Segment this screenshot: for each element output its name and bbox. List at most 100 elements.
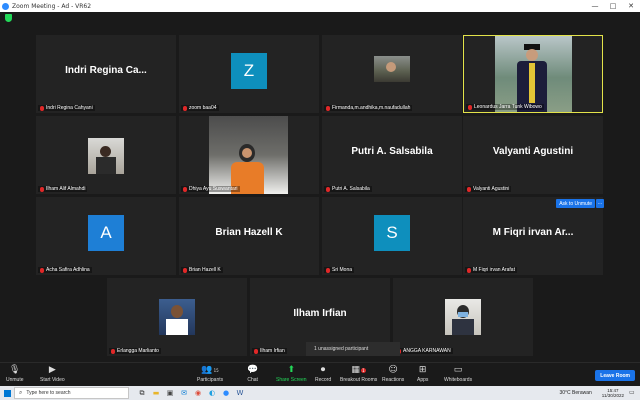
muted-mic-icon (326, 105, 330, 111)
more-options-button[interactable]: ··· (596, 199, 604, 208)
participant-tile[interactable]: M Fiqri irvan Ar... M Fiqri irvan Arafat (463, 197, 603, 275)
title-bar: Zoom Meeting - Ad - VR62 — □ ✕ (0, 0, 640, 12)
windows-start-icon[interactable] (0, 386, 14, 400)
maximize-icon[interactable]: □ (604, 0, 622, 12)
participant-label: Valyanti Agustini (465, 186, 512, 192)
participant-avatar: Z (231, 53, 267, 89)
participant-display-name: M Fiqri irvan Ar... (492, 227, 574, 238)
participant-video (495, 36, 572, 112)
window-title: Zoom Meeting - Ad - VR62 (12, 2, 92, 10)
participant-label: Leonardus Jarra Tunk Wibowo (466, 104, 544, 110)
unassigned-participant-notice[interactable]: 1 unassigned participant (306, 342, 400, 356)
muted-mic-icon (467, 186, 471, 192)
video-off-icon: ▶ (48, 365, 56, 375)
participant-label: Dhiya Ayu Suswantari (181, 186, 240, 192)
participant-tile[interactable]: ANGGA KARNAWAN (393, 278, 533, 356)
participant-tile[interactable]: Indri Regina Ca... Indri Regina Cahyani (36, 35, 176, 113)
participant-label: Putri A. Salsabila (324, 186, 372, 192)
edge-icon[interactable]: ◐ (205, 386, 219, 400)
muted-mic-icon (183, 186, 187, 192)
chat-button[interactable]: 💬 Chat (247, 365, 258, 385)
participant-display-name: Indri Regina Ca... (65, 65, 147, 76)
participant-label: Firmanda,m.andhika,m.naufadullah (324, 105, 413, 111)
participant-avatar: A (88, 215, 124, 251)
zoom-app-icon (2, 2, 9, 10)
participant-tile[interactable]: Dhiya Ayu Suswantari (179, 116, 319, 194)
reactions-button[interactable]: ☺ Reactions (382, 365, 404, 385)
weather-widget[interactable]: 30°C Berawan (560, 390, 592, 396)
participant-label: Acha Safira Adhlina (38, 267, 92, 273)
window-controls: — □ ✕ (586, 0, 640, 12)
notification-icon[interactable]: ▭ (629, 389, 637, 397)
taskbar-search-input[interactable]: ⌕ Type here to search (14, 387, 129, 399)
windows-taskbar: ⌕ Type here to search ⧉ ▬ ▣ ✉ ◉ ◐ ● W 30… (0, 386, 640, 400)
participant-label: Ilham Irfian (252, 348, 287, 354)
zoom-taskbar-icon[interactable]: ● (219, 386, 233, 400)
ask-to-unmute-button[interactable]: Ask to Unmute (556, 199, 595, 208)
chat-icon: 💬 (247, 365, 259, 375)
store-icon[interactable]: ▣ (163, 386, 177, 400)
taskbar-pinned-apps: ⧉ ▬ ▣ ✉ ◉ ◐ ● W (135, 386, 247, 400)
breakout-rooms-button[interactable]: ▦ 1 Breakout Rooms (340, 365, 377, 385)
whiteboards-button[interactable]: ▭ Whiteboards (444, 365, 472, 385)
participant-tile[interactable]: S Sri Mona (322, 197, 462, 275)
participant-display-name: Ilham Irfian (293, 308, 347, 319)
participant-video (88, 138, 124, 174)
encryption-shield-icon[interactable] (5, 14, 12, 22)
participant-tile[interactable]: Brian Hazell K Brian Hazell K (179, 197, 319, 275)
participant-label: ANGGA KARNAWAN (395, 348, 453, 354)
search-icon: ⌕ (19, 389, 23, 396)
participant-tile[interactable]: A Acha Safira Adhlina (36, 197, 176, 275)
unmute-button[interactable]: 🎙 Unmute (6, 365, 24, 385)
system-tray: 30°C Berawan 15:47 11/30/2022 (560, 386, 625, 400)
muted-mic-icon (111, 348, 115, 354)
muted-mic-icon (183, 105, 187, 111)
participant-label: M Fiqri irvan Arafat (465, 267, 517, 273)
minimize-icon[interactable]: — (586, 0, 604, 12)
participant-tile[interactable]: Firmanda,m.andhika,m.naufadullah (322, 35, 462, 113)
participant-tile[interactable]: Ilham Alif Almahdi (36, 116, 176, 194)
muted-mic-icon (40, 267, 44, 273)
muted-mic-icon (40, 186, 44, 192)
participant-tile[interactable]: Erlangga Marlianto (107, 278, 247, 356)
muted-mic-icon (254, 348, 258, 354)
participant-tile-active-speaker[interactable]: Leonardus Jarra Tunk Wibowo (463, 35, 603, 113)
participant-display-name: Putri A. Salsabila (351, 146, 433, 157)
participant-label: zoom baa04 (181, 105, 219, 111)
muted-mic-icon (326, 186, 330, 192)
participant-tile[interactable]: Z zoom baa04 (179, 35, 319, 113)
apps-button[interactable]: ⊞ Apps (417, 365, 428, 385)
meeting-toolbar: 🎙 Unmute ▶ Start Video 👥 15 Participants … (0, 362, 640, 386)
muted-mic-icon (183, 267, 187, 273)
whiteboard-icon: ▭ (453, 365, 463, 375)
participant-label: Sri Mona (324, 267, 355, 273)
participant-video (445, 299, 481, 335)
participant-video (159, 299, 195, 335)
start-video-button[interactable]: ▶ Start Video (40, 365, 65, 385)
participants-icon: 👥 15 (201, 365, 219, 375)
close-icon[interactable]: ✕ (622, 0, 640, 12)
breakout-rooms-icon: ▦ 1 (351, 365, 366, 375)
mic-off-icon: 🎙 (9, 365, 21, 375)
taskbar-clock[interactable]: 15:47 11/30/2022 (602, 388, 624, 398)
participant-tile[interactable]: Valyanti Agustini Valyanti Agustini (463, 116, 603, 194)
apps-icon: ⊞ (418, 365, 427, 375)
participant-label: Erlangga Marlianto (109, 348, 161, 354)
share-screen-icon: ⬆ (287, 365, 296, 375)
participant-video (209, 116, 288, 194)
participants-button[interactable]: 👥 15 Participants (197, 365, 223, 385)
participant-display-name: Valyanti Agustini (492, 146, 574, 157)
participant-label: Ilham Alif Almahdi (38, 186, 88, 192)
mail-icon[interactable]: ✉ (177, 386, 191, 400)
share-screen-button[interactable]: ⬆ Share Screen (276, 365, 307, 385)
record-icon: ⏺ (320, 365, 326, 375)
file-explorer-icon[interactable]: ▬ (149, 386, 163, 400)
word-icon[interactable]: W (233, 386, 247, 400)
chrome-icon[interactable]: ◉ (191, 386, 205, 400)
participant-avatar: S (374, 215, 410, 251)
participant-tile[interactable]: Putri A. Salsabila Putri A. Salsabila (322, 116, 462, 194)
record-button[interactable]: ⏺ Record (315, 365, 331, 385)
task-view-icon[interactable]: ⧉ (135, 386, 149, 400)
reactions-icon: ☺ (388, 365, 398, 375)
leave-room-button[interactable]: Leave Room (595, 370, 635, 381)
